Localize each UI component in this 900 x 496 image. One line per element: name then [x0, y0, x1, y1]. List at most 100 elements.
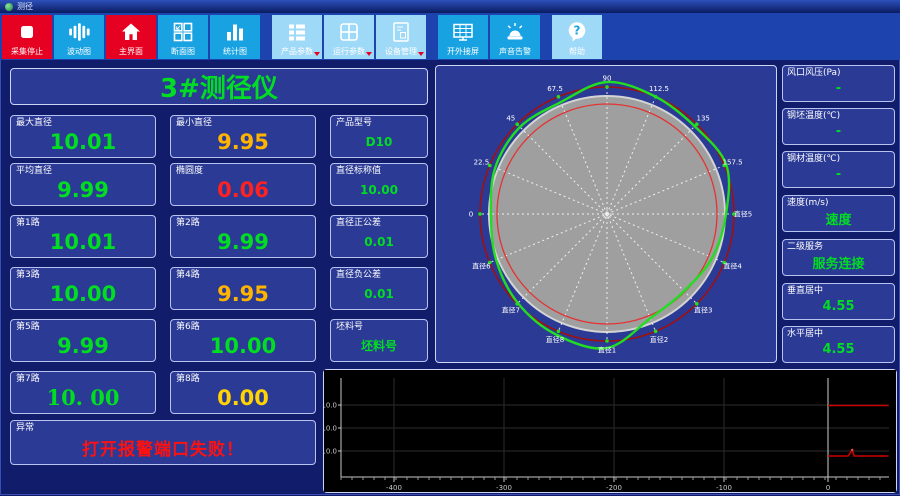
horizontal-centering-value: 4.55 [822, 342, 855, 357]
level2-service-panel: 二级服务 服务连接 [782, 239, 895, 276]
billet-no-cell: 坯料号 坯料号 [330, 319, 428, 362]
x-tick-label: -300 [496, 484, 512, 492]
speed-value: 速度 [825, 213, 852, 228]
station-title-panel: 3#测径仪 [10, 68, 428, 105]
product-params-button-label: 产品参数 [281, 46, 313, 56]
polar-label: 90 [603, 75, 612, 83]
product-params-button[interactable]: 产品参数 [272, 14, 322, 59]
station-title: 3#测径仪 [160, 74, 278, 104]
section-icon [158, 18, 208, 46]
wind-pressure-value: - [835, 81, 842, 96]
external-screen-button-label: 开外接屏 [447, 46, 479, 56]
path-2-value: 9.99 [217, 229, 269, 254]
polar-label: 112.5 [649, 85, 669, 93]
app-icon [5, 2, 13, 11]
y-tick-label: 10.0 [324, 448, 337, 456]
plus-tolerance-cell: 直径正公差 0.01 [330, 215, 428, 258]
device-manage-button-label: 设备管理 [385, 46, 417, 56]
max-diameter-value: 10.01 [49, 129, 117, 154]
steel-temperature-value: - [835, 167, 842, 182]
polar-label: 直径8 [546, 335, 564, 344]
path-5-value: 9.99 [57, 333, 109, 358]
x-tick-label: -100 [716, 484, 732, 492]
sound-alarm-button-label: 声音告警 [499, 46, 531, 56]
wave-chart-button-label: 波动图 [67, 46, 91, 56]
polar-label: 直径1 [598, 346, 616, 355]
avg-diameter-cell: 平均直径 9.99 [10, 163, 156, 206]
polar-label: 45 [506, 114, 515, 122]
billet-temperature-value: - [835, 124, 842, 139]
alarm-icon [490, 18, 540, 46]
x-tick-label: 0 [826, 484, 830, 492]
ovality-cell: 椭圆度 0.06 [170, 163, 316, 206]
path-8-value: 0.00 [217, 385, 269, 410]
product-params-icon [272, 18, 322, 46]
horizontal-centering-panel: 水平居中 4.55 [782, 326, 895, 363]
cross-section-chart: 0 22.5 45 67.5 90 112.5 135 157.5 直径5 直径4 直径3 直径2 直径… [469, 75, 752, 355]
path-8-cell: 第8路 0.00 [170, 371, 316, 414]
device-manage-button[interactable]: 设备管理 [376, 14, 426, 59]
stop-icon [2, 18, 52, 46]
vertical-centering-value: 4.55 [822, 299, 855, 314]
polar-label: 22.5 [474, 159, 490, 167]
path-3-value: 10.00 [49, 281, 117, 306]
nominal-diameter-cell: 直径标称值 10.00 [330, 163, 428, 206]
toolbar: 采集停止 波动图 主界面 断面图 统计图 产品参数 运行参数 设备管理 开外接屏 声音告警? 帮助 [0, 13, 900, 60]
nominal-diameter-value: 10.00 [360, 182, 398, 197]
polar-label: 直径5 [734, 210, 752, 219]
minus-tolerance-cell: 直径负公差 0.01 [330, 267, 428, 310]
level2-service-value: 服务连接 [812, 257, 865, 272]
polar-label: 135 [697, 114, 710, 122]
exception-message: 打开报警端口失败！ [82, 440, 244, 460]
window-title: 测径 [17, 1, 33, 11]
help-icon: ? [552, 18, 602, 46]
main-screen-button-label: 主界面 [119, 46, 143, 56]
path-7-cell: 第7路 10. 00 [10, 371, 156, 414]
dropdown-arrow-icon [366, 51, 372, 56]
run-params-button[interactable]: 运行参数 [324, 14, 374, 59]
billet-no-value: 坯料号 [360, 339, 397, 353]
max-diameter-cell: 最大直径 10.01 [10, 115, 156, 158]
section-chart-button-label: 断面图 [171, 46, 195, 56]
y-tick-label: 10.0 [324, 425, 337, 433]
path-6-cell: 第6路 10.00 [170, 319, 316, 362]
polar-label: 67.5 [547, 85, 563, 93]
wave-chart-button[interactable]: 波动图 [54, 14, 104, 59]
min-diameter-cell: 最小直径 9.95 [170, 115, 316, 158]
cross-section-chart-panel: 0 22.5 45 67.5 90 112.5 135 157.5 直径5 直径4 直径3 直径2 直径… [435, 65, 777, 363]
window-titlebar: 测径 [0, 0, 900, 13]
wave-icon [54, 18, 104, 46]
stats-chart-button-label: 统计图 [223, 46, 247, 56]
home-icon [106, 18, 156, 46]
steel-temperature-panel: 钢材温度(℃) - [782, 151, 895, 188]
x-tick-label: -400 [386, 484, 402, 492]
minus-tolerance-value: 0.01 [364, 286, 394, 301]
stats-chart-button[interactable]: 统计图 [210, 14, 260, 59]
path-2-cell: 第2路 9.99 [170, 215, 316, 258]
section-chart-button[interactable]: 断面图 [158, 14, 208, 59]
external-screen-button[interactable]: 开外接屏 [438, 14, 488, 59]
polar-label: 157.5 [723, 159, 743, 167]
product-model-cell: 产品型号 D10 [330, 115, 428, 158]
billet-temperature-panel: 钢坯温度(℃) - [782, 108, 895, 145]
sound-alarm-button[interactable]: 声音告警 [490, 14, 540, 59]
ovality-value: 0.06 [217, 177, 269, 202]
dropdown-arrow-icon [314, 51, 320, 56]
path-4-cell: 第4路 9.95 [170, 267, 316, 310]
vertical-centering-panel: 垂直居中 4.55 [782, 283, 895, 320]
stop-collect-button-label: 采集停止 [11, 46, 43, 56]
path-5-cell: 第5路 9.99 [10, 319, 156, 362]
stop-collect-button[interactable]: 采集停止 [2, 14, 52, 59]
main-screen-button[interactable]: 主界面 [106, 14, 156, 59]
polar-label: 直径7 [502, 306, 520, 315]
help-button[interactable]: ? 帮助 [552, 14, 602, 59]
plus-tolerance-value: 0.01 [364, 234, 394, 249]
path-6-value: 10.00 [209, 333, 277, 358]
help-button-label: 帮助 [569, 46, 585, 56]
run-params-icon [324, 18, 374, 46]
polar-label: 0 [469, 211, 473, 219]
avg-diameter-value: 9.99 [57, 177, 109, 202]
dropdown-arrow-icon [418, 51, 424, 56]
x-tick-label: -200 [606, 484, 622, 492]
speed-panel: 速度(m/s) 速度 [782, 195, 895, 232]
